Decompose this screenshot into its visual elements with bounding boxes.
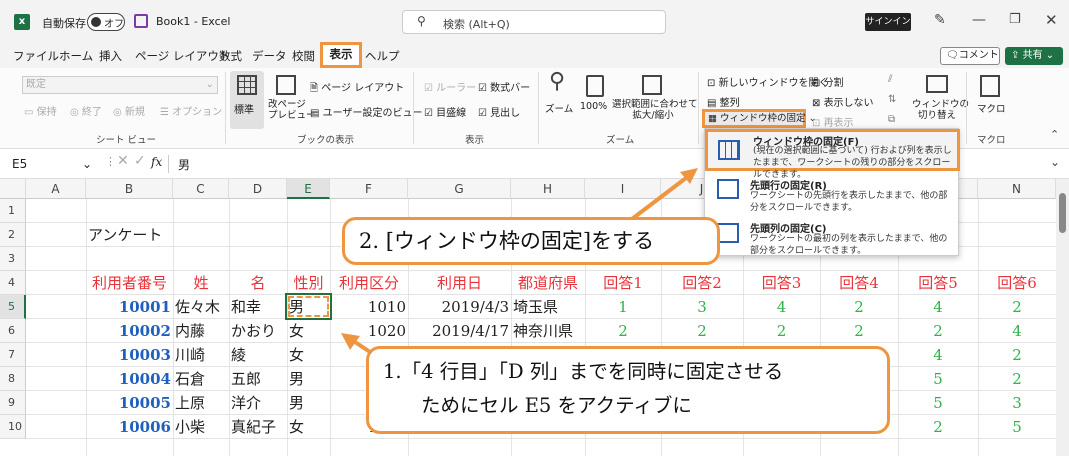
callout-step1: 1.「4 行目」「D 列」までを同時に固定させる ためにセル E5 をアクティブ… — [366, 346, 890, 434]
callout-step2-text: 2. [ウィンドウ枠の固定]をする — [359, 229, 655, 253]
callout-step1-line1: 1.「4 行目」「D 列」までを同時に固定させる — [383, 360, 784, 383]
callout-step2: 2. [ウィンドウ枠の固定]をする — [342, 217, 720, 265]
arrow-to-dropdown — [626, 176, 688, 224]
callout-step1-line2: ためにセル E5 をアクティブに — [421, 394, 692, 417]
